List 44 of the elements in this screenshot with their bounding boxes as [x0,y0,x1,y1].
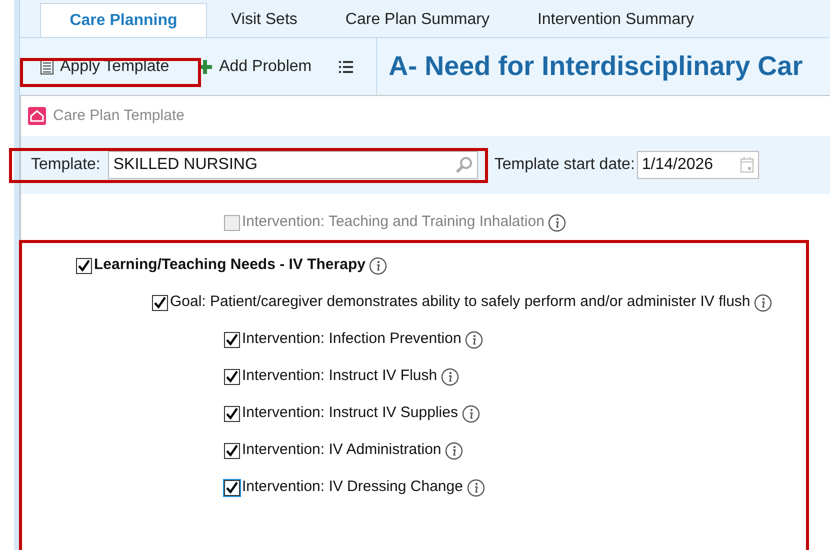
checkmark-icon [225,332,239,346]
tree-item-label: Goal: Patient/caregiver demonstrates ability to safely perform and/or administer IV flush [170,292,750,312]
tree-item-label: Intervention: Infection Prevention [242,329,462,350]
tree-item-label: Intervention: IV Administration [242,440,442,460]
checkbox[interactable] [224,406,240,422]
info-icon[interactable] [754,294,772,312]
checkbox[interactable] [76,258,92,274]
checkmark-icon [225,444,239,458]
checkbox[interactable] [224,332,240,348]
add-problem-button[interactable]: Add Problem [197,54,312,78]
tree-item-label: Intervention: Instruct IV Supplies [242,403,458,424]
template-value: SKILLED NURSING [113,155,258,175]
tree-item-label: Learning/Teaching Needs - IV Therapy [94,255,366,276]
dialog-title: Care Plan Template [53,106,184,126]
checkbox[interactable] [224,368,240,384]
tab[interactable]: Visit Sets [207,3,322,37]
info-icon[interactable] [441,368,460,386]
list-view-icon[interactable] [338,60,354,74]
tree-item-label: Intervention: Teaching and Training Inhalation [242,212,544,232]
page-heading: A- Need for Interdisciplinary Car [388,50,803,84]
checkmark-icon [225,370,239,384]
tree-item-label: Intervention: Instruct IV Flush [242,366,438,386]
checkmark-icon [225,406,239,420]
tree-item-label: Intervention: IV Dressing Change [242,477,463,498]
start-date-field[interactable]: 1/14/2026 [636,151,759,179]
house-icon [27,106,47,126]
start-date-label: Template start date: [494,155,635,175]
template-label: Template: [31,155,100,175]
tab[interactable]: Intervention Summary [513,3,718,37]
checkmark-icon [153,296,167,310]
checkmark-icon [77,258,91,272]
info-icon[interactable] [445,442,464,460]
template-field[interactable]: SKILLED NURSING [108,151,478,179]
tab[interactable]: Care Plan Summary [321,3,514,37]
info-icon[interactable] [465,330,484,348]
tab[interactable]: Care Planning [40,3,207,37]
info-icon[interactable] [466,478,485,496]
apply-template-button[interactable]: Apply Template [40,54,170,78]
list-icon [40,58,54,74]
info-icon[interactable] [369,256,388,274]
checkbox[interactable] [152,294,168,310]
start-date-value: 1/14/2026 [642,155,714,175]
checkbox[interactable] [224,442,240,458]
info-icon[interactable] [462,404,480,422]
